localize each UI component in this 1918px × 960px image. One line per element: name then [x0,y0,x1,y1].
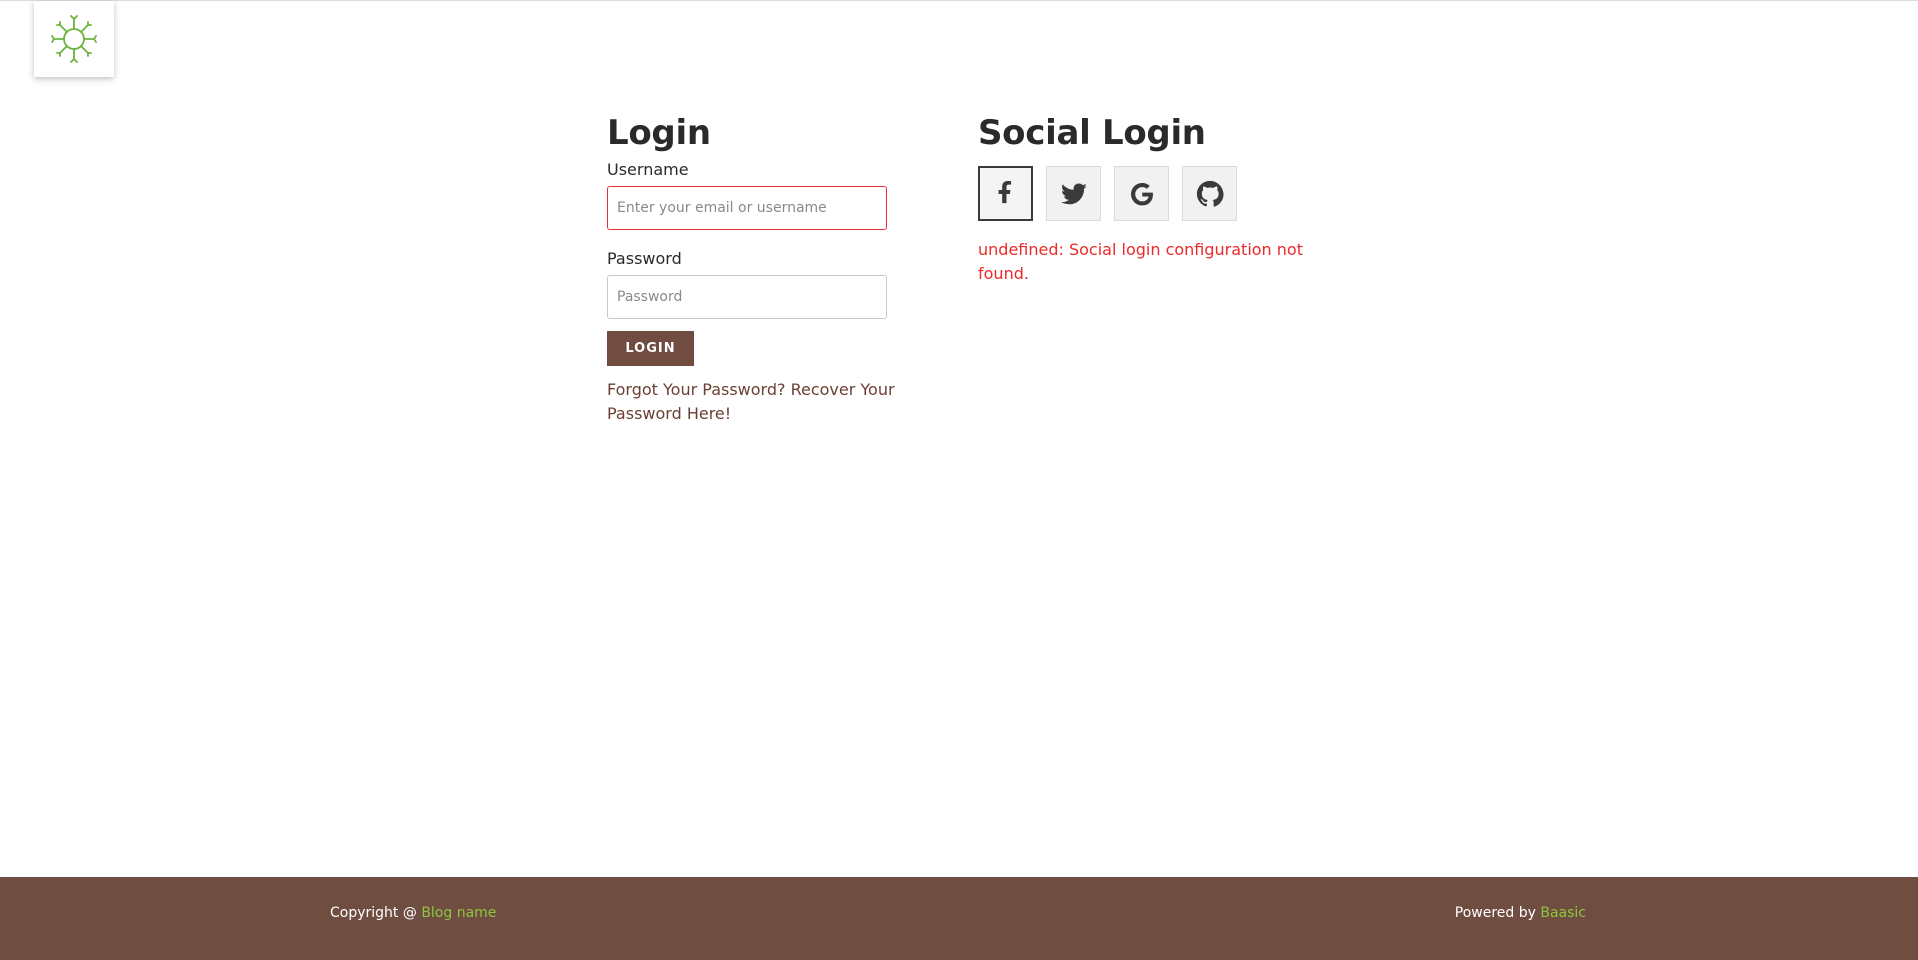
login-section: Login Username Password LOGIN Forgot You… [607,111,927,426]
username-input[interactable] [607,186,887,230]
google-icon [1130,182,1153,205]
social-login-error: undefined: Social login configuration no… [978,240,1303,283]
social-login-section: Social Login undefined: Social login con… [978,111,1318,286]
github-icon [1196,180,1224,207]
footer-copyright: Copyright @ Blog name [330,904,496,922]
site-logo-link[interactable] [34,1,114,77]
twitter-login-button[interactable] [1046,166,1101,221]
social-login-title: Social Login [978,113,1206,153]
sun-logo-icon [51,15,97,63]
footer-powered-by: Powered by Baasic [1455,904,1586,922]
password-input[interactable] [607,275,887,319]
page: Login Username Password LOGIN Forgot You… [0,0,1918,960]
blog-name-link[interactable]: Blog name [421,905,496,921]
forgot-password-link[interactable]: Forgot Your Password? Recover Your Passw… [607,378,927,426]
facebook-icon [998,180,1011,203]
password-label: Password [607,249,682,268]
google-login-button[interactable] [1114,166,1169,221]
baasic-link[interactable]: Baasic [1540,905,1586,921]
facebook-login-button[interactable] [978,166,1033,221]
copyright-text: Copyright @ [330,905,422,921]
powered-by-text: Powered by [1454,905,1541,921]
site-footer: Copyright @ Blog name Powered by Baasic [0,877,1918,960]
twitter-icon [1060,183,1087,204]
github-login-button[interactable] [1182,166,1237,221]
login-title: Login [607,113,711,153]
username-label: Username [607,160,689,179]
login-button[interactable]: LOGIN [607,331,694,366]
social-buttons [978,166,1318,221]
